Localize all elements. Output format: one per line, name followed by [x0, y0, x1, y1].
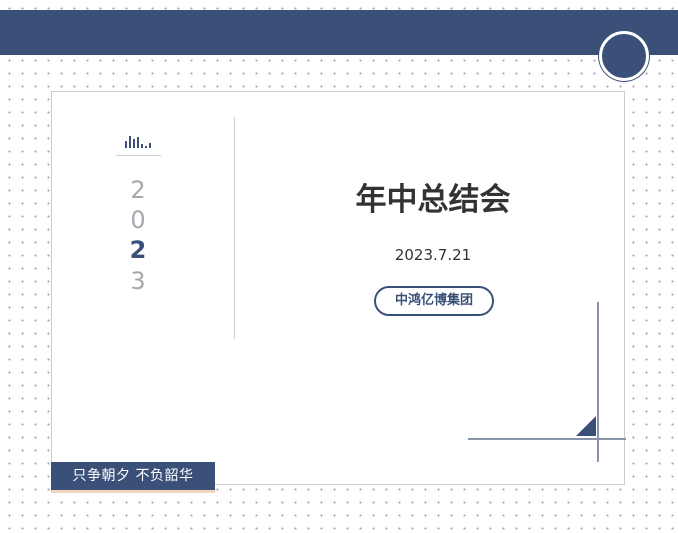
- icon-underline: [116, 155, 161, 156]
- year-digit-3: 2: [129, 236, 147, 264]
- year-digit-1: 2: [130, 176, 146, 204]
- year-digit-2: 0: [130, 206, 146, 234]
- corner-circle-decoration: [599, 31, 649, 81]
- year-digit-4: 3: [130, 267, 146, 295]
- top-banner: [0, 10, 678, 55]
- corner-triangle-icon: [468, 302, 626, 462]
- slide-canvas: 2 0 2 3 年中总结会 2023.7.21 中鸿亿博集团 只争朝夕 不负韶华: [0, 0, 678, 533]
- bar-chart-icon: [125, 136, 153, 148]
- slide-title: 年中总结会: [355, 182, 511, 218]
- slogan-banner: 只争朝夕 不负韶华: [51, 462, 215, 493]
- event-date: 2023.7.21: [394, 246, 472, 264]
- vertical-divider: [234, 117, 235, 339]
